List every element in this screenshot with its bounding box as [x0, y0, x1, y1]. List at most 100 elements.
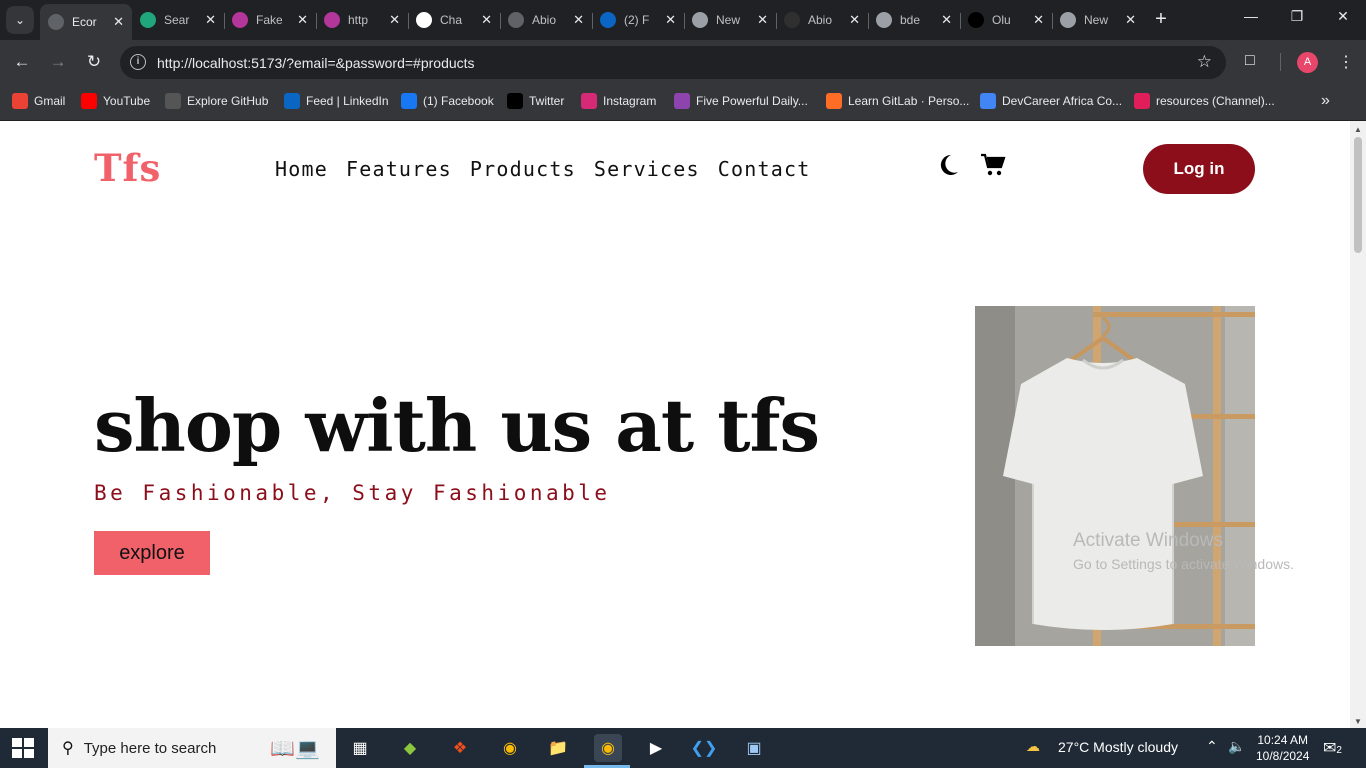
- page-viewport: Tfs Home Features Products Services Cont…: [0, 121, 1350, 728]
- linkedin-icon: [600, 12, 616, 28]
- taskbar-search-placeholder: Type here to search: [83, 739, 217, 757]
- hero-subtitle: Be Fashionable, Stay Fashionable: [94, 481, 611, 505]
- site-logo[interactable]: Tfs: [94, 146, 161, 190]
- browser-tab[interactable]: Fake ✕: [224, 4, 317, 36]
- scrollbar-thumb[interactable]: [1354, 137, 1362, 253]
- browser-toolbar: ← → ↻ i http://localhost:5173/?email=&pa…: [0, 40, 1366, 84]
- browser-tab[interactable]: Abio ✕: [500, 4, 593, 36]
- bookmark-item[interactable]: resources (Channel)...: [1134, 93, 1275, 109]
- browser-tab[interactable]: Sear ✕: [132, 4, 225, 36]
- dark-mode-moon-icon[interactable]: [936, 153, 960, 177]
- back-button[interactable]: ←: [10, 50, 34, 74]
- browser-tab[interactable]: bde ✕: [868, 4, 961, 36]
- reload-button[interactable]: ↻: [82, 50, 106, 74]
- page-scrollbar[interactable]: ▲ ▼: [1350, 121, 1366, 728]
- browser-tab[interactable]: (2) F ✕: [592, 4, 685, 36]
- browser-tab[interactable]: Ecor ✕: [40, 4, 132, 40]
- windows-taskbar: ⚲ Type here to search 📖💻 ▦ ◆ ❖ ◉ 📁 ◉ ▶ ❮…: [0, 728, 1366, 768]
- remote-desktop-icon[interactable]: ▣: [740, 734, 768, 762]
- weather-text[interactable]: 27°C Mostly cloudy: [1058, 739, 1178, 755]
- browser-tab[interactable]: Cha ✕: [408, 4, 501, 36]
- notification-center-icon[interactable]: ✉2: [1323, 738, 1342, 758]
- figma-app-icon[interactable]: ❖: [446, 734, 474, 762]
- tab-title: Cha: [440, 13, 463, 27]
- bookmark-item[interactable]: Five Powerful Daily...: [674, 93, 808, 109]
- profile-avatar[interactable]: A: [1297, 52, 1318, 73]
- bookmark-item[interactable]: (1) Facebook: [401, 93, 494, 109]
- bookmark-item[interactable]: YouTube: [81, 93, 150, 109]
- git-app-icon[interactable]: ◆: [396, 734, 424, 762]
- nav-home[interactable]: Home: [275, 157, 328, 181]
- login-button[interactable]: Log in: [1143, 144, 1255, 194]
- nav-features[interactable]: Features: [346, 157, 452, 181]
- nav-products[interactable]: Products: [470, 157, 576, 181]
- browser-tab[interactable]: New ✕: [684, 4, 777, 36]
- bookmark-item[interactable]: Explore GitHub: [165, 93, 268, 109]
- globe-icon: [48, 14, 64, 30]
- bookmark-item[interactable]: Learn GitLab · Perso...: [826, 93, 969, 109]
- browser-tab[interactable]: Abio ✕: [776, 4, 869, 36]
- close-window-button[interactable]: ✕: [1320, 8, 1366, 25]
- close-tab-icon[interactable]: ✕: [297, 12, 308, 28]
- youtube-icon: [81, 93, 97, 109]
- search-highlight-icon[interactable]: 📖💻: [260, 734, 330, 762]
- bookmark-item[interactable]: Twitter: [507, 93, 564, 109]
- browser-tab[interactable]: New ✕: [1052, 4, 1144, 36]
- new-tab-button[interactable]: +: [1150, 8, 1172, 30]
- minimize-button[interactable]: —: [1228, 8, 1274, 24]
- browser-tab[interactable]: Olu ✕: [960, 4, 1053, 36]
- scroll-down-arrow-icon[interactable]: ▼: [1354, 717, 1362, 726]
- close-tab-icon[interactable]: ✕: [573, 12, 584, 28]
- chevron-down-icon: ⌄: [14, 13, 26, 27]
- more-bookmarks-icon[interactable]: »: [1321, 92, 1330, 110]
- bookmark-icon: [674, 93, 690, 109]
- kebab-menu-icon[interactable]: ⋮: [1338, 52, 1354, 72]
- nav-contact[interactable]: Contact: [718, 157, 811, 181]
- bookmark-item[interactable]: Instagram: [581, 93, 656, 109]
- chrome-active-app-icon[interactable]: ◉: [594, 734, 622, 762]
- file-explorer-icon[interactable]: 📁: [544, 734, 572, 762]
- close-tab-icon[interactable]: ✕: [757, 12, 768, 28]
- restore-button[interactable]: ❐: [1274, 8, 1320, 25]
- tray-chevron-up-icon[interactable]: ⌃: [1206, 738, 1218, 755]
- tab-title: Abio: [532, 13, 557, 27]
- bookmark-star-icon[interactable]: ☆: [1197, 52, 1212, 72]
- close-tab-icon[interactable]: ✕: [1125, 12, 1136, 28]
- close-tab-icon[interactable]: ✕: [389, 12, 400, 28]
- bookmark-label: resources (Channel)...: [1156, 94, 1275, 108]
- bookmark-item[interactable]: Gmail: [12, 93, 65, 109]
- explore-button[interactable]: explore: [94, 531, 210, 575]
- close-tab-icon[interactable]: ✕: [205, 12, 216, 28]
- cart-icon[interactable]: [980, 153, 1006, 177]
- windows-start-icon[interactable]: [12, 738, 34, 758]
- close-tab-icon[interactable]: ✕: [481, 12, 492, 28]
- bookmark-item[interactable]: DevCareer Africa Co...: [980, 93, 1122, 109]
- close-tab-icon[interactable]: ✕: [849, 12, 860, 28]
- close-tab-icon[interactable]: ✕: [665, 12, 676, 28]
- bookmark-item[interactable]: Feed | LinkedIn: [284, 93, 389, 109]
- close-tab-icon[interactable]: ✕: [113, 14, 124, 30]
- bookmark-label: Gmail: [34, 94, 66, 108]
- extensions-icon[interactable]: □: [1245, 52, 1255, 70]
- tab-title: Sear: [164, 13, 190, 27]
- url-text[interactable]: http://localhost:5173/?email=&password=#…: [157, 55, 475, 71]
- weather-icon[interactable]: ☁: [1026, 738, 1040, 755]
- bookmark-label: DevCareer Africa Co...: [1002, 94, 1123, 108]
- tab-search-button[interactable]: ⌄: [6, 6, 34, 34]
- forward-button[interactable]: →: [46, 50, 70, 74]
- bookmark-label: Explore GitHub: [187, 94, 269, 108]
- task-view-icon[interactable]: ▦: [346, 734, 374, 762]
- site-info-icon[interactable]: i: [130, 54, 146, 70]
- close-tab-icon[interactable]: ✕: [941, 12, 952, 28]
- media-player-icon[interactable]: ▶: [642, 734, 670, 762]
- address-bar[interactable]: i http://localhost:5173/?email=&password…: [120, 46, 1226, 79]
- browser-tab[interactable]: http ✕: [316, 4, 409, 36]
- volume-muted-icon[interactable]: 🔈: [1228, 738, 1245, 755]
- chrome-app-icon[interactable]: ◉: [496, 734, 524, 762]
- nav-services[interactable]: Services: [594, 157, 700, 181]
- vscode-app-icon[interactable]: ❮❯: [690, 734, 718, 762]
- bookmark-label: Feed | LinkedIn: [306, 94, 389, 108]
- scroll-up-arrow-icon[interactable]: ▲: [1354, 125, 1362, 134]
- close-tab-icon[interactable]: ✕: [1033, 12, 1044, 28]
- system-clock[interactable]: 10:24 AM 10/8/2024: [1256, 732, 1309, 764]
